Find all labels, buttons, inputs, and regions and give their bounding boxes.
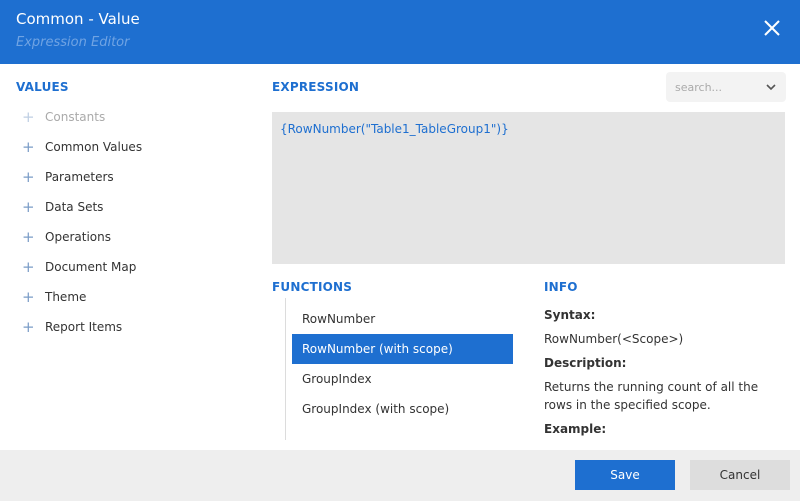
description-value: Returns the running count of all the row… [544,380,759,412]
dialog-header: Common - Value Expression Editor [0,0,800,64]
info-section-title: INFO [544,280,578,294]
dialog-title: Common - Value [16,10,140,28]
plus-icon: + [22,168,35,186]
values-list: + Constants + Common Values + Parameters… [22,102,242,342]
plus-icon: + [22,228,35,246]
function-item-rownumber-with-scope[interactable]: RowNumber (with scope) [292,334,513,364]
values-item-label: Constants [45,110,106,124]
plus-icon: + [22,288,35,306]
plus-icon: + [22,318,35,336]
expression-text[interactable]: {RowNumber("Table1_TableGroup1")} [280,122,777,136]
values-item-report-items[interactable]: + Report Items [22,312,242,342]
values-section-title: VALUES [16,80,69,94]
values-item-document-map[interactable]: + Document Map [22,252,242,282]
values-item-label: Common Values [45,140,143,154]
save-button[interactable]: Save [575,460,675,490]
function-item-rownumber[interactable]: RowNumber [286,304,520,334]
values-item-label: Document Map [45,260,137,274]
search-dropdown[interactable] [666,72,786,102]
function-item-groupindex[interactable]: GroupIndex [286,364,520,394]
expression-editor[interactable]: {RowNumber("Table1_TableGroup1")} [272,112,785,264]
values-item-label: Theme [45,290,87,304]
values-item-label: Report Items [45,320,123,334]
functions-list[interactable]: RowNumber RowNumber (with scope) GroupIn… [285,298,520,440]
plus-icon: + [22,258,35,276]
dialog-footer [0,450,800,501]
values-item-data-sets[interactable]: + Data Sets [22,192,242,222]
dialog-subtitle: Expression Editor [16,35,130,50]
syntax-value: RowNumber(<Scope>) [544,332,684,346]
values-item-operations[interactable]: + Operations [22,222,242,252]
close-icon[interactable] [762,18,782,38]
cancel-button[interactable]: Cancel [690,460,790,490]
plus-icon: + [22,108,35,126]
example-label: Example: [544,422,607,436]
description-label: Description: [544,356,627,370]
values-item-label: Operations [45,230,111,244]
functions-section-title: FUNCTIONS [272,280,353,294]
values-item-common-values[interactable]: + Common Values [22,132,242,162]
values-item-parameters[interactable]: + Parameters [22,162,242,192]
function-item-groupindex-with-scope[interactable]: GroupIndex (with scope) [286,394,520,424]
values-item-theme[interactable]: + Theme [22,282,242,312]
values-item-label: Data Sets [45,200,104,214]
values-item-constants[interactable]: + Constants [22,102,242,132]
values-item-label: Parameters [45,170,114,184]
info-panel: Syntax: RowNumber(<Scope>) Description: … [544,308,789,444]
plus-icon: + [22,198,35,216]
syntax-label: Syntax: [544,308,596,322]
chevron-down-icon[interactable] [766,83,776,91]
search-input[interactable] [675,80,757,94]
expression-section-title: EXPRESSION [272,80,360,94]
plus-icon: + [22,138,35,156]
